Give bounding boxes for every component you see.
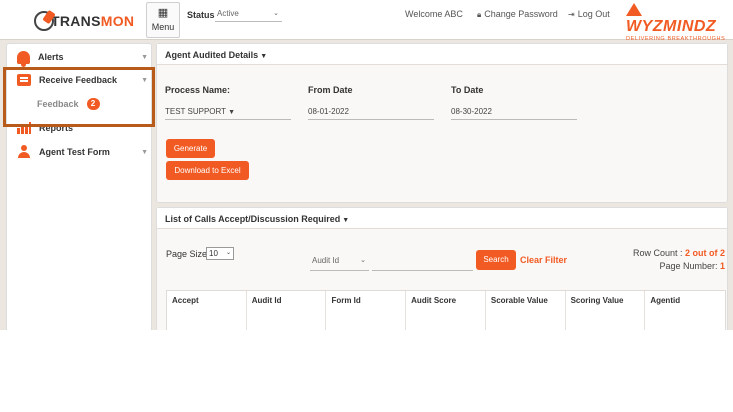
clear-filter-link[interactable]: Clear Filter [520,255,567,265]
menu-button[interactable]: ▦ Menu [146,2,180,38]
bell-icon [17,50,30,67]
to-date-input[interactable]: 08-30-2022 [451,106,577,120]
calls-list-card: List of Calls Accept/Discussion Required… [156,207,728,330]
top-header: TRANSMON ▦ Menu Status Active ⌄ Welcome … [0,0,733,43]
sidebar-item-label: Receive Feedback [39,75,118,85]
process-name-select[interactable]: TEST SUPPORT ▼ [165,106,291,120]
sidebar-item-label: Agent Test Form [39,147,110,157]
lock-icon: 🔒︎ [477,10,482,19]
column-header-audit-score[interactable]: Audit Score [406,291,486,330]
caret-down-icon: ▼ [228,109,235,116]
caret-down-icon: ▼ [342,217,350,224]
page-number-label: Page Number: [659,261,718,271]
agent-audited-card: Agent Audited Details ▼ Process Name: TES… [156,43,728,203]
caret-down-icon: ▼ [260,53,268,60]
chevron-down-icon: ▼ [141,148,148,156]
process-name-value: TEST SUPPORT [165,107,227,116]
grid-icon: ▦ [157,7,169,19]
chevron-down-icon: ⌄ [273,10,279,17]
sidebar: Alerts ▼ Receive Feedback ▼ Feedback 2 R… [6,43,152,330]
column-header-scorable-value[interactable]: Scorable Value [486,291,566,330]
row-count-label: Row Count : [632,248,683,258]
filter-field-select[interactable]: Audit Id ⌄ [310,253,369,271]
column-header-form-id[interactable]: Form Id [326,291,407,330]
change-password-label: Change Password [484,9,558,19]
sidebar-subitem-feedback[interactable]: Feedback 2 [37,98,100,110]
chevron-down-icon: ▼ [141,76,148,84]
brand-name: WYZMINDZ [626,3,730,35]
log-out-label: Log Out [577,9,610,19]
status-value: Active [217,9,239,18]
sidebar-item-label: Reports [39,123,74,133]
count-badge: 2 [86,98,100,110]
calls-list-header[interactable]: List of Calls Accept/Discussion Required… [157,208,727,229]
page-number: Page Number: 1 [659,261,725,271]
status-label: Status [187,10,215,20]
from-date-label: From Date [308,85,353,95]
calls-table: Accept Audit Id Form Id Audit Score Scor… [166,290,726,330]
page-number-value: 1 [719,261,725,271]
row-count-value: 2 out of 2 [685,248,725,258]
search-input[interactable] [372,253,473,271]
sidebar-item-receive-feedback[interactable]: Receive Feedback ▼ [7,69,153,91]
page-size-label: Page Size [166,249,208,259]
change-password-link[interactable]: 🔒︎ Change Password [477,9,558,20]
sidebar-item-agent-test-form[interactable]: Agent Test Form ▼ [7,141,153,163]
chevron-down-icon: ▼ [141,53,148,61]
generate-button[interactable]: Generate [166,139,215,158]
menu-label: Menu [151,22,175,32]
wyzmindz-logo: WYZMINDZ DELIVERING BREAKTHROUGHS [626,3,730,43]
column-header-agentid[interactable]: Agentid [645,291,725,330]
sidebar-item-reports[interactable]: Reports [7,117,153,139]
row-count: Row Count : 2 out of 2 [633,248,725,258]
card-title: Agent Audited Details [165,50,259,60]
card-title: List of Calls Accept/Discussion Required [165,214,341,224]
subitem-label: Feedback [37,99,79,109]
logo-text: TRANSMON [51,13,135,29]
from-date-value: 08-01-2022 [308,107,349,116]
app-window: TRANSMON ▦ Menu Status Active ⌄ Welcome … [0,0,733,330]
logo-mark-icon [34,11,54,31]
bar-chart-icon [17,122,31,134]
page-size-value: 10 [209,249,218,258]
from-date-input[interactable]: 08-01-2022 [308,106,434,120]
status-select[interactable]: Active ⌄ [215,7,282,22]
agent-audited-header[interactable]: Agent Audited Details ▼ [157,44,727,65]
column-header-audit-id[interactable]: Audit Id [247,291,327,330]
feedback-icon [17,74,31,86]
chevron-down-icon: ⌄ [225,250,231,256]
logout-icon: ⇥ [568,10,575,19]
search-button[interactable]: Search [476,250,516,270]
transmon-logo[interactable]: TRANSMON [34,8,134,34]
to-date-label: To Date [451,85,484,95]
person-icon [17,145,31,159]
column-header-scoring-value[interactable]: Scoring Value [566,291,646,330]
brand-tagline: DELIVERING BREAKTHROUGHS [626,36,726,42]
chevron-down-icon: ⌄ [360,257,366,264]
page-size-select[interactable]: 10 ⌄ [206,247,234,260]
log-out-link[interactable]: ⇥ Log Out [568,9,610,19]
process-name-label: Process Name: [165,85,231,95]
filter-field-value: Audit Id [312,256,340,265]
to-date-value: 08-30-2022 [451,107,492,116]
sidebar-item-label: Alerts [38,52,64,62]
welcome-text: Welcome ABC [405,9,463,19]
column-header-accept[interactable]: Accept [167,291,247,330]
download-excel-button[interactable]: Download to Excel [166,161,249,180]
sidebar-item-alerts[interactable]: Alerts ▼ [7,46,153,68]
